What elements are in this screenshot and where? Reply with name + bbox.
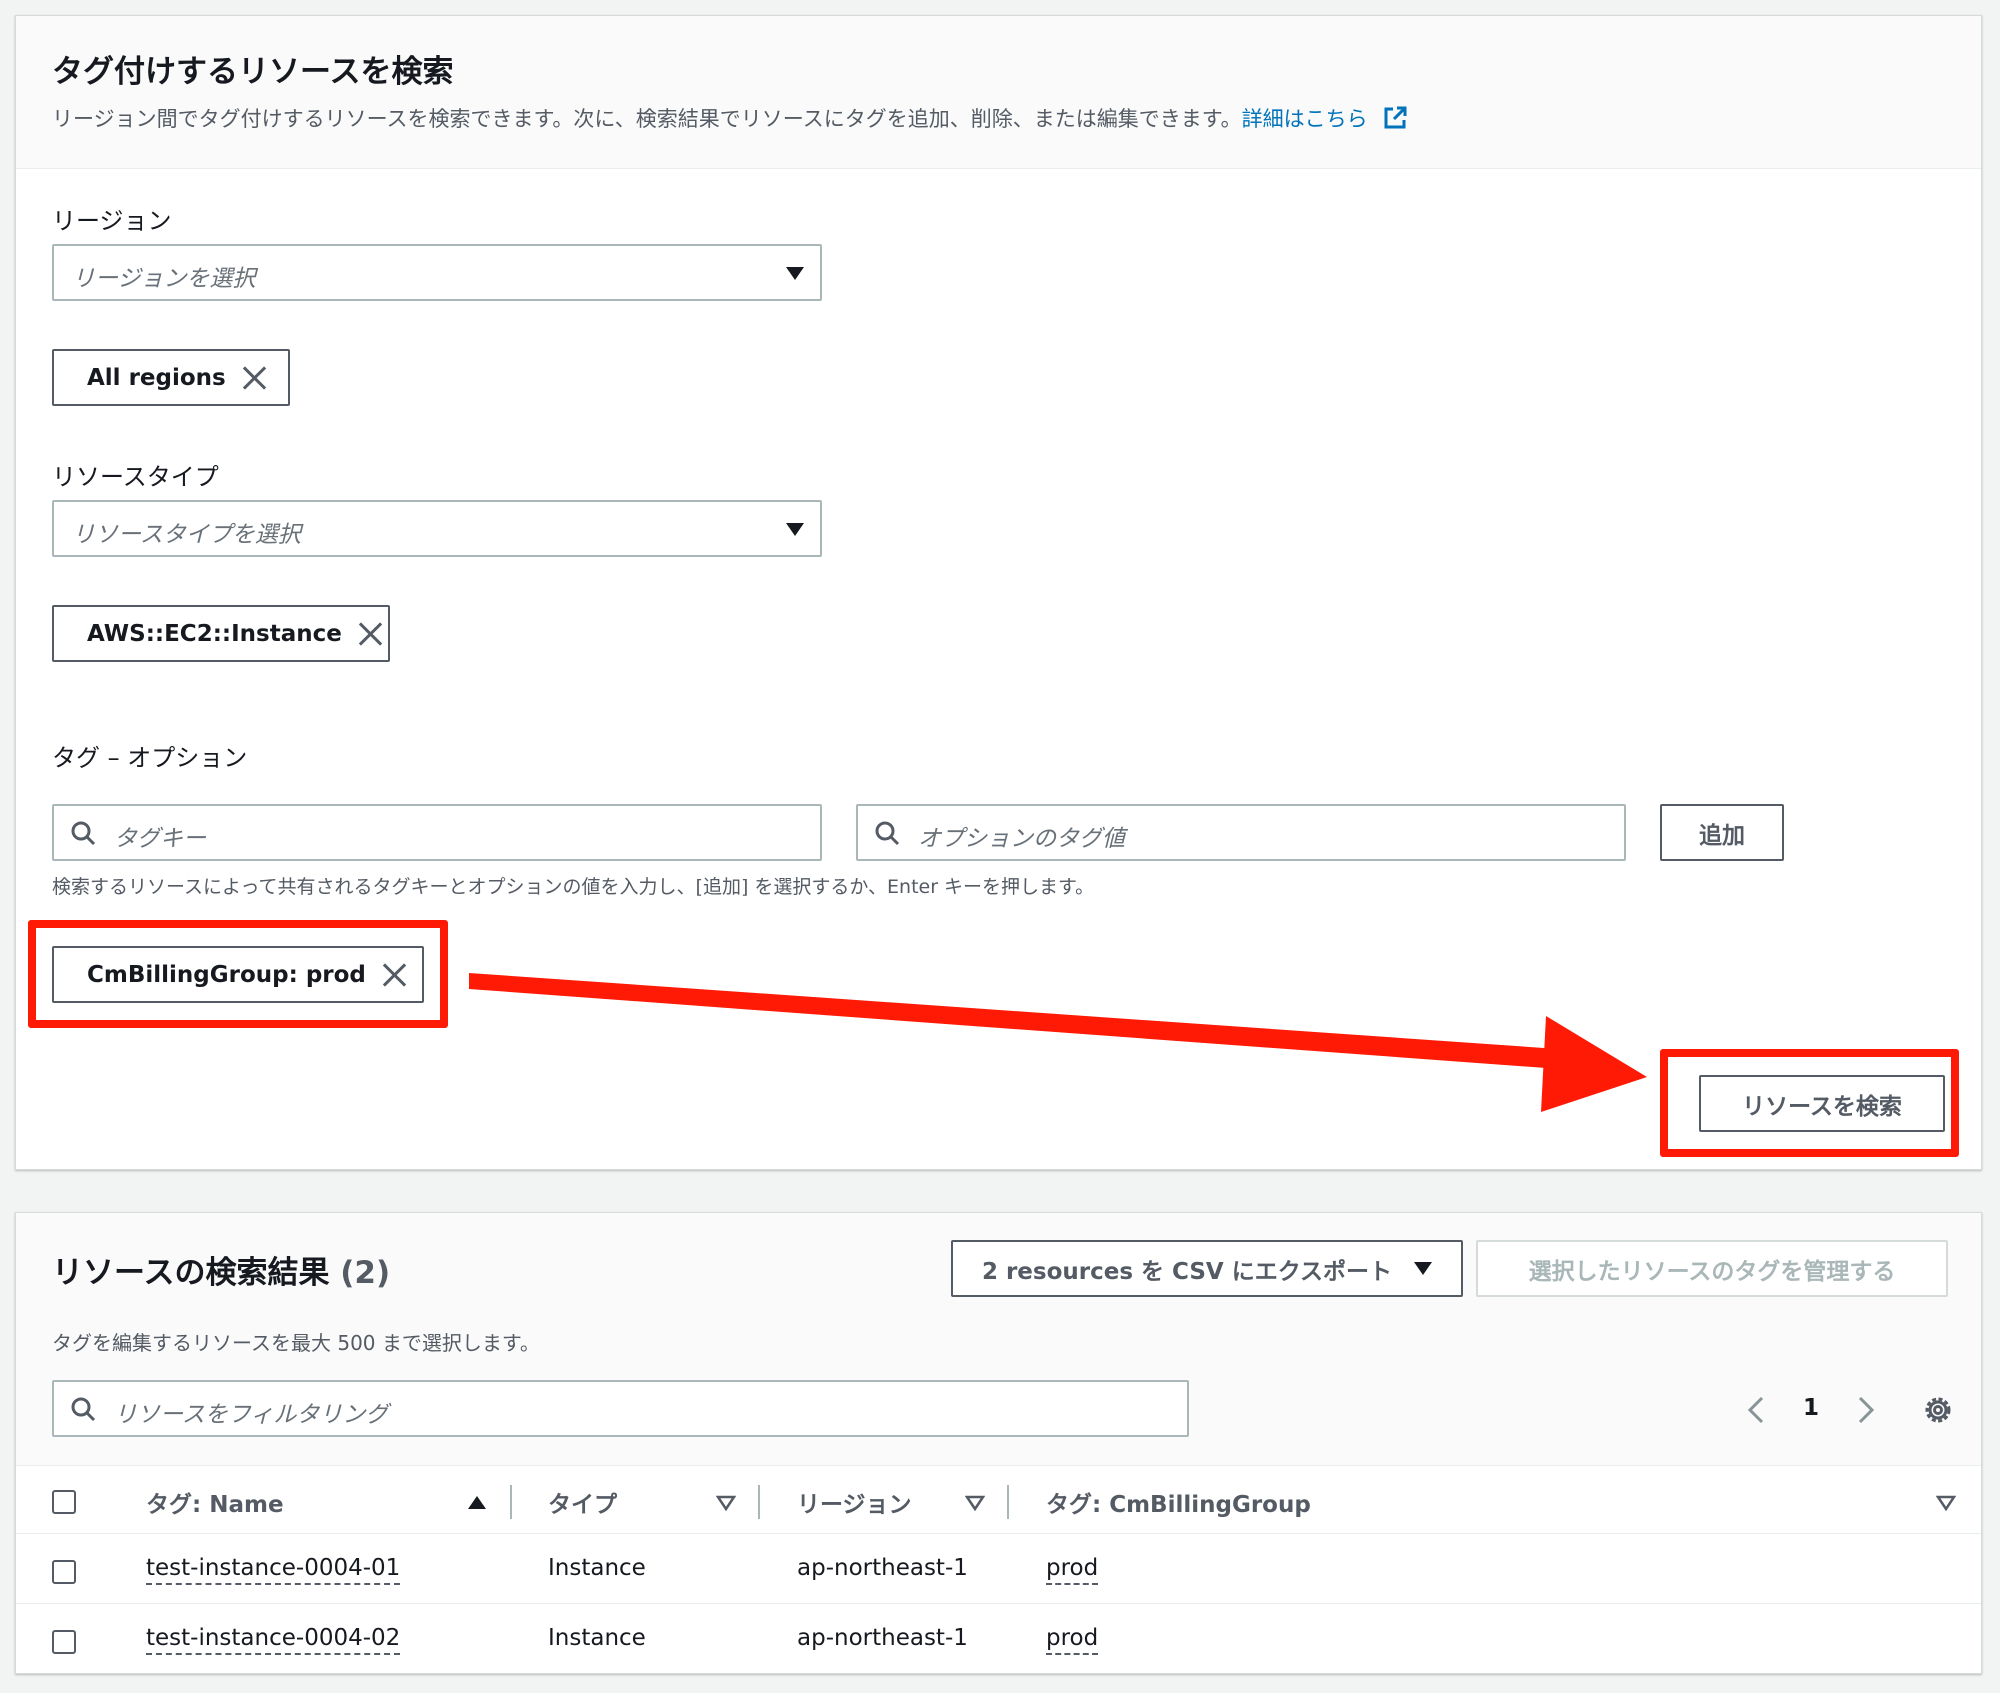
column-header-region[interactable]: リージョン (797, 1485, 912, 1519)
search-results-panel: リソースの検索結果 (2) 2 resources を CSV にエクスポート … (15, 1212, 1982, 1674)
chevron-left-icon[interactable] (1744, 1395, 1768, 1425)
filter-placeholder: リソースをフィルタリング (114, 1402, 389, 1428)
column-header-type[interactable]: タイプ (548, 1485, 617, 1519)
filter-resources-input[interactable]: リソースをフィルタリング (52, 1380, 1189, 1437)
caret-down-icon (1414, 1262, 1433, 1275)
tag-value[interactable]: prod (1046, 1555, 1099, 1585)
export-csv-label: 2 resources を CSV にエクスポート (981, 1258, 1393, 1285)
table-row-1: test-instance-0004-01 (146, 1555, 401, 1585)
results-count: (2) (340, 1255, 391, 1291)
sort-icon[interactable] (716, 1495, 736, 1511)
table-row-2: test-instance-0004-02 (146, 1625, 401, 1655)
annotation-arrow (469, 973, 1647, 1112)
column-header-group[interactable]: タグ: CmBillingGroup (1046, 1485, 1311, 1519)
resource-type: Instance (548, 1555, 646, 1581)
resource-group-tag: prod (1046, 1555, 1099, 1585)
resource-region: ap-northeast-1 (797, 1625, 968, 1651)
select-all-checkbox[interactable] (52, 1490, 76, 1514)
resource-region: ap-northeast-1 (797, 1555, 968, 1581)
results-title-text: リソースの検索結果 (52, 1255, 330, 1291)
results-subtitle: タグを編集するリソースを最大 500 まで選択します。 (52, 1331, 540, 1355)
sort-ascending-icon[interactable] (468, 1496, 486, 1509)
sort-icon[interactable] (965, 1495, 985, 1511)
row-divider (16, 1533, 1981, 1534)
results-title: リソースの検索結果 (2) (52, 1247, 390, 1292)
row-divider (16, 1603, 1981, 1604)
manage-tags-button[interactable]: 選択したリソースのタグを管理する (1476, 1240, 1948, 1297)
sort-icon[interactable] (1936, 1495, 1956, 1511)
column-header-name[interactable]: タグ: Name (146, 1485, 284, 1519)
resource-group-tag: prod (1046, 1625, 1099, 1655)
gear-icon[interactable] (1921, 1393, 1955, 1427)
column-divider[interactable] (510, 1485, 512, 1519)
resource-type: Instance (548, 1625, 646, 1651)
resource-name[interactable]: test-instance-0004-02 (146, 1625, 401, 1655)
row-checkbox[interactable] (52, 1560, 76, 1584)
search-resources-button[interactable]: リソースを検索 (1699, 1075, 1945, 1132)
results-header: リソースの検索結果 (2) 2 resources を CSV にエクスポート … (16, 1213, 1981, 1466)
column-divider[interactable] (758, 1485, 760, 1519)
tag-value[interactable]: prod (1046, 1625, 1099, 1655)
export-csv-button[interactable]: 2 resources を CSV にエクスポート (951, 1240, 1463, 1297)
row-checkbox[interactable] (52, 1630, 76, 1654)
search-icon (71, 1397, 96, 1422)
search-resources-panel: タグ付けするリソースを検索 リージョン間でタグ付けするリソースを検索できます。次… (15, 15, 1982, 1170)
resource-name[interactable]: test-instance-0004-01 (146, 1555, 401, 1585)
column-divider[interactable] (1007, 1485, 1009, 1519)
chevron-right-icon[interactable] (1854, 1395, 1878, 1425)
page-number[interactable]: 1 (1803, 1395, 1819, 1421)
